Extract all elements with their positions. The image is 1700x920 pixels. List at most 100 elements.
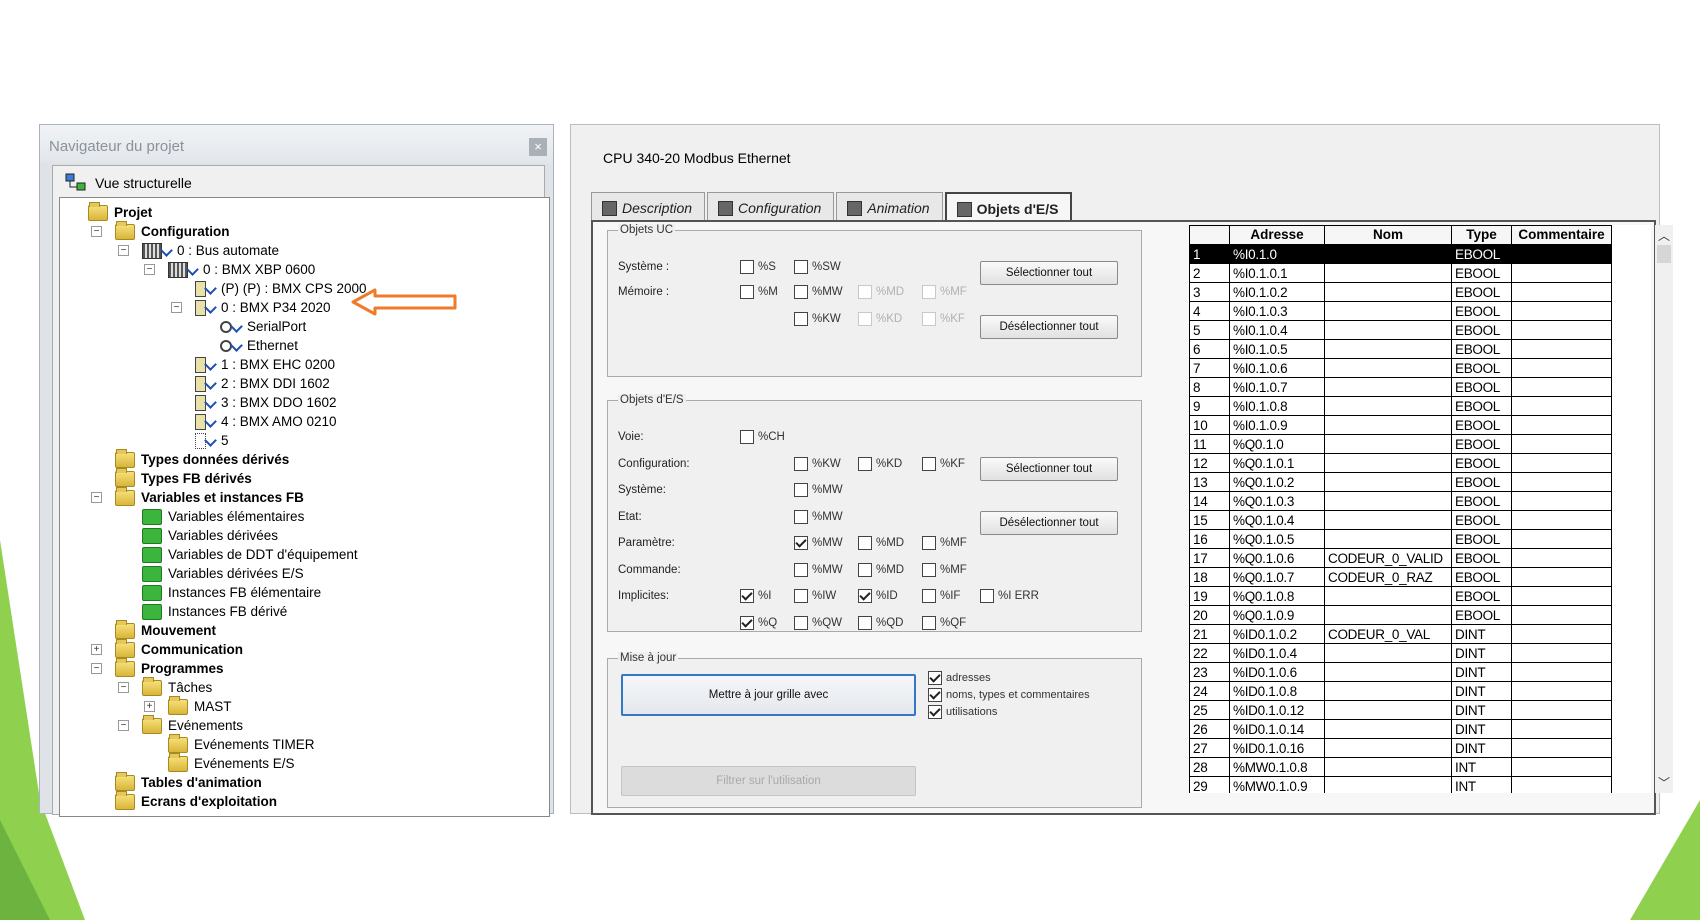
- tree-node[interactable]: Tables d'animation: [115, 771, 262, 792]
- scroll-up-icon[interactable]: ︿: [1658, 227, 1670, 244]
- uc-memoire-checkbox[interactable]: %MW: [794, 285, 843, 299]
- tree-node[interactable]: Ecrans d'exploitation: [115, 790, 277, 811]
- table-row[interactable]: 28 %MW0.1.0.8 INT: [1189, 757, 1612, 777]
- es-implicites2-checkbox[interactable]: %QW: [794, 616, 842, 630]
- tab-objets-es[interactable]: Objets d'E/S: [944, 192, 1073, 220]
- table-row[interactable]: 4 %I0.1.0.3 EBOOL: [1189, 301, 1612, 321]
- tree-node[interactable]: Evénements: [142, 714, 243, 735]
- table-row[interactable]: 27 %ID0.1.0.16 DINT: [1189, 738, 1612, 758]
- table-row[interactable]: 2 %I0.1.0.1 EBOOL: [1189, 263, 1612, 283]
- table-row[interactable]: 10 %I0.1.0.9 EBOOL: [1189, 415, 1612, 435]
- uc-memoire2-checkbox[interactable]: %KW: [794, 312, 841, 326]
- table-row[interactable]: 18 %Q0.1.0.7 CODEUR_0_RAZ EBOOL: [1189, 567, 1612, 587]
- es-systeme-checkbox[interactable]: %MW: [794, 483, 843, 497]
- update-grid-button[interactable]: Mettre à jour grille avec: [621, 674, 916, 716]
- es-config-checkbox[interactable]: %KW: [794, 457, 841, 471]
- table-row[interactable]: 13 %Q0.1.0.2 EBOOL: [1189, 472, 1612, 492]
- tree-node[interactable]: MAST: [168, 695, 232, 716]
- column-header[interactable]: Adresse: [1229, 225, 1325, 246]
- table-row[interactable]: 23 %ID0.1.0.6 DINT: [1189, 662, 1612, 682]
- collapse-icon[interactable]: −: [118, 720, 129, 731]
- collapse-icon[interactable]: −: [118, 245, 129, 256]
- table-row[interactable]: 20 %Q0.1.0.9 EBOOL: [1189, 605, 1612, 625]
- close-icon[interactable]: ×: [529, 138, 547, 156]
- es-parametre-checkbox[interactable]: %MF: [922, 536, 967, 550]
- es-commande-checkbox[interactable]: %MW: [794, 563, 843, 577]
- update-option-checkbox[interactable]: noms, types et commentaires: [928, 688, 1090, 702]
- es-commande-checkbox[interactable]: %MD: [858, 563, 904, 577]
- tree-node[interactable]: Instances FB dérivé: [142, 602, 287, 621]
- table-row[interactable]: 16 %Q0.1.0.5 EBOOL: [1189, 529, 1612, 549]
- table-row[interactable]: 22 %ID0.1.0.4 DINT: [1189, 643, 1612, 663]
- collapse-icon[interactable]: −: [91, 492, 102, 503]
- tree-node[interactable]: Variables élémentaires: [142, 507, 304, 526]
- tree-node[interactable]: Variables dérivées E/S: [142, 564, 304, 583]
- tree-node[interactable]: 4 : BMX AMO 0210: [195, 412, 337, 431]
- tree-node[interactable]: Evénements TIMER: [168, 733, 315, 754]
- project-tree[interactable]: Projet Configuration − 0 : Bus automate − 0 :…: [59, 197, 550, 817]
- table-row[interactable]: 11 %Q0.1.0 EBOOL: [1189, 434, 1612, 454]
- table-row[interactable]: 8 %I0.1.0.7 EBOOL: [1189, 377, 1612, 397]
- tree-node[interactable]: 0 : BMX XBP 0600: [168, 260, 315, 279]
- tree-node[interactable]: Types FB dérivés: [115, 467, 252, 488]
- es-voie-checkbox[interactable]: %CH: [740, 430, 785, 444]
- table-row[interactable]: 25 %ID0.1.0.12 DINT: [1189, 700, 1612, 720]
- table-row[interactable]: 5 %I0.1.0.4 EBOOL: [1189, 320, 1612, 340]
- tree-node[interactable]: Projet: [88, 201, 152, 222]
- es-implicites2-checkbox[interactable]: %QD: [858, 616, 903, 630]
- tab-configuration[interactable]: Configuration: [707, 192, 835, 220]
- column-header[interactable]: Commentaire: [1511, 225, 1612, 246]
- tree-node[interactable]: 1 : BMX EHC 0200: [195, 355, 335, 374]
- es-config-checkbox[interactable]: %KF: [922, 457, 965, 471]
- es-select-all-button[interactable]: Sélectionner tout: [980, 457, 1118, 481]
- collapse-icon[interactable]: −: [91, 663, 102, 674]
- update-option-checkbox[interactable]: utilisations: [928, 705, 997, 719]
- es-deselect-all-button[interactable]: Désélectionner tout: [980, 511, 1118, 535]
- table-row[interactable]: 12 %Q0.1.0.1 EBOOL: [1189, 453, 1612, 473]
- es-implicites2-checkbox[interactable]: %Q: [740, 616, 777, 630]
- collapse-icon[interactable]: −: [144, 264, 155, 275]
- table-row[interactable]: 19 %Q0.1.0.8 EBOOL: [1189, 586, 1612, 606]
- expand-icon[interactable]: +: [91, 644, 102, 655]
- collapse-icon[interactable]: −: [171, 302, 182, 313]
- es-implicites-checkbox[interactable]: %I ERR: [980, 589, 1039, 603]
- column-header[interactable]: [1189, 225, 1230, 246]
- tree-node[interactable]: 0 : BMX P34 2020: [195, 298, 331, 317]
- table-row[interactable]: 21 %ID0.1.0.2 CODEUR_0_VAL DINT: [1189, 624, 1612, 644]
- expand-icon[interactable]: +: [144, 701, 155, 712]
- es-implicites-checkbox[interactable]: %I: [740, 589, 771, 603]
- tree-node[interactable]: Programmes: [115, 657, 224, 678]
- tree-node[interactable]: Variables de DDT d'équipement: [142, 545, 358, 564]
- table-row[interactable]: 24 %ID0.1.0.8 DINT: [1189, 681, 1612, 701]
- tree-node[interactable]: Types données dérivés: [115, 448, 289, 469]
- uc-deselect-all-button[interactable]: Désélectionner tout: [980, 315, 1118, 339]
- tree-node[interactable]: Evénements E/S: [168, 752, 295, 773]
- es-parametre-checkbox[interactable]: %MW: [794, 536, 843, 550]
- tree-node[interactable]: Variables dérivées: [142, 526, 278, 545]
- tree-node[interactable]: Ethernet: [220, 336, 298, 355]
- update-option-checkbox[interactable]: adresses: [928, 671, 991, 685]
- scroll-down-icon[interactable]: ﹀: [1658, 774, 1670, 791]
- table-row[interactable]: 14 %Q0.1.0.3 EBOOL: [1189, 491, 1612, 511]
- column-header[interactable]: Type: [1451, 225, 1512, 246]
- es-parametre-checkbox[interactable]: %MD: [858, 536, 904, 550]
- tree-node[interactable]: 0 : Bus automate: [142, 241, 279, 260]
- es-implicites-checkbox[interactable]: %IF: [922, 589, 960, 603]
- uc-select-all-button[interactable]: Sélectionner tout: [980, 261, 1118, 285]
- tree-node[interactable]: Instances FB élémentaire: [142, 583, 321, 602]
- table-row[interactable]: 7 %I0.1.0.6 EBOOL: [1189, 358, 1612, 378]
- tree-node[interactable]: (P) (P) : BMX CPS 2000: [195, 279, 367, 298]
- column-header[interactable]: Nom: [1324, 225, 1452, 246]
- table-row[interactable]: 17 %Q0.1.0.6 CODEUR_0_VALID EBOOL: [1189, 548, 1612, 568]
- tree-node[interactable]: SerialPort: [220, 317, 306, 336]
- tree-node[interactable]: Configuration: [115, 220, 229, 241]
- filter-usage-button[interactable]: Filtrer sur l'utilisation: [621, 766, 916, 796]
- table-row[interactable]: 15 %Q0.1.0.4 EBOOL: [1189, 510, 1612, 530]
- es-implicites-checkbox[interactable]: %IW: [794, 589, 836, 603]
- es-etat-checkbox[interactable]: %MW: [794, 510, 843, 524]
- tree-node[interactable]: 3 : BMX DDO 1602: [195, 393, 337, 412]
- tree-node[interactable]: Mouvement: [115, 619, 216, 640]
- es-implicites2-checkbox[interactable]: %QF: [922, 616, 966, 630]
- scroll-thumb[interactable]: [1657, 245, 1671, 263]
- tree-node[interactable]: 5: [195, 431, 229, 450]
